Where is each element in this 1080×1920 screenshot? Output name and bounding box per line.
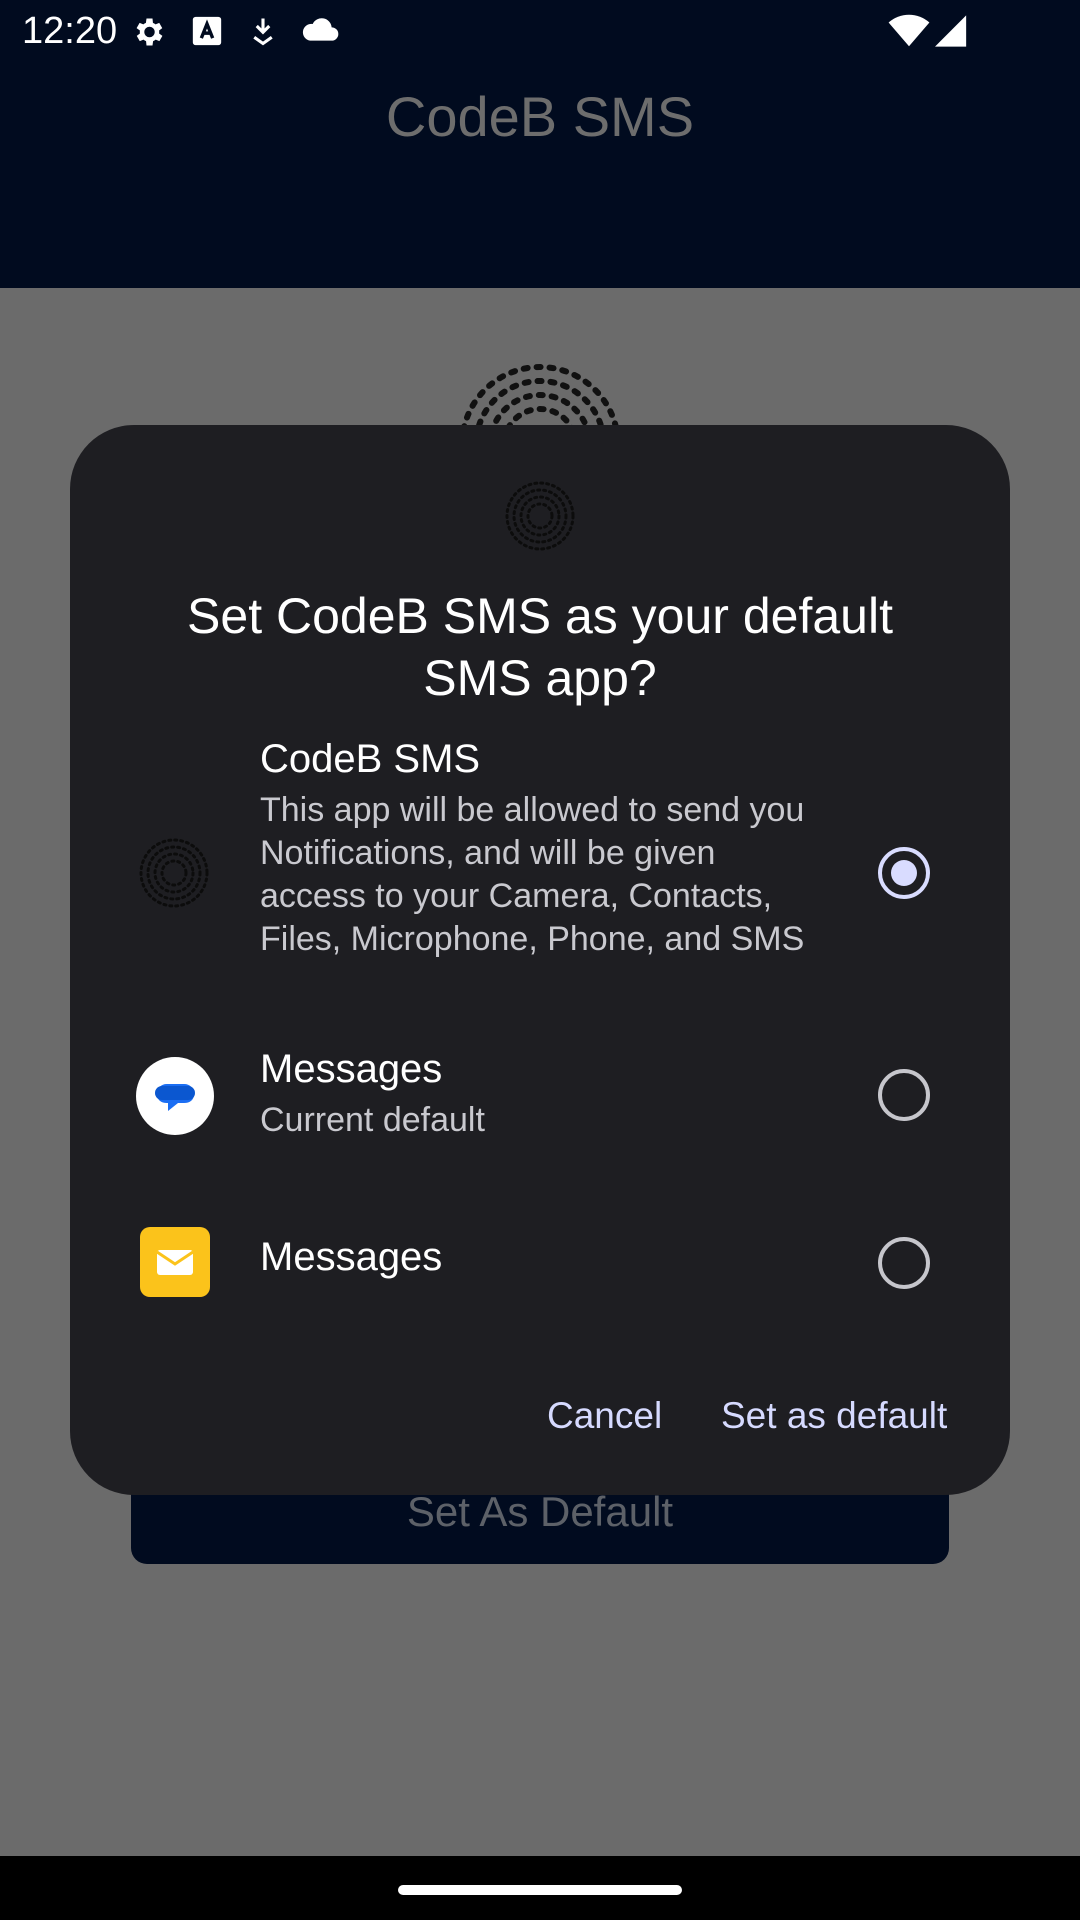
default-sms-app-dialog: Set CodeB SMS as your default SMS app? C… (70, 425, 1010, 1495)
option-name: Messages (260, 1047, 443, 1091)
radio-button[interactable] (878, 1069, 930, 1121)
gear-icon (136, 18, 163, 46)
codeb-logo-icon (138, 837, 210, 909)
wifi-icon (888, 14, 930, 47)
download-icon (253, 18, 273, 46)
font-a-icon (192, 16, 222, 46)
status-time: 12:20 (22, 10, 118, 52)
app-title: CodeB SMS (385, 85, 695, 148)
radio-button-selected[interactable] (878, 847, 930, 899)
radio-button[interactable] (878, 1237, 930, 1289)
option-name: CodeB SMS (260, 737, 481, 781)
codeb-logo-icon (504, 480, 576, 552)
option-description: This app will be allowed to send you Not… (260, 791, 805, 958)
home-handle[interactable] (398, 1885, 682, 1895)
google-messages-icon (136, 1057, 214, 1135)
envelope-icon (140, 1227, 210, 1297)
cancel-button[interactable]: Cancel (547, 1395, 662, 1437)
option-messages-other[interactable]: Messages (70, 1227, 1010, 1307)
option-name: Messages (260, 1235, 443, 1279)
cloud-icon (302, 18, 339, 41)
option-description: Current default (260, 1101, 485, 1139)
option-messages-google[interactable]: Messages Current default (70, 1047, 1010, 1147)
status-bar: 12:20 (0, 0, 1080, 64)
signal-icon (935, 15, 967, 47)
dialog-title: Set CodeB SMS as your default SMS app? (187, 588, 893, 706)
option-codeb-sms[interactable]: CodeB SMS This app will be allowed to se… (70, 737, 1010, 1007)
set-as-default-button[interactable]: Set as default (721, 1395, 947, 1437)
screen: CodeB SMS Set As Default 12:20 Set CodeB… (0, 0, 1080, 1920)
set-as-default-app-label: Set As Default (406, 1488, 674, 1535)
